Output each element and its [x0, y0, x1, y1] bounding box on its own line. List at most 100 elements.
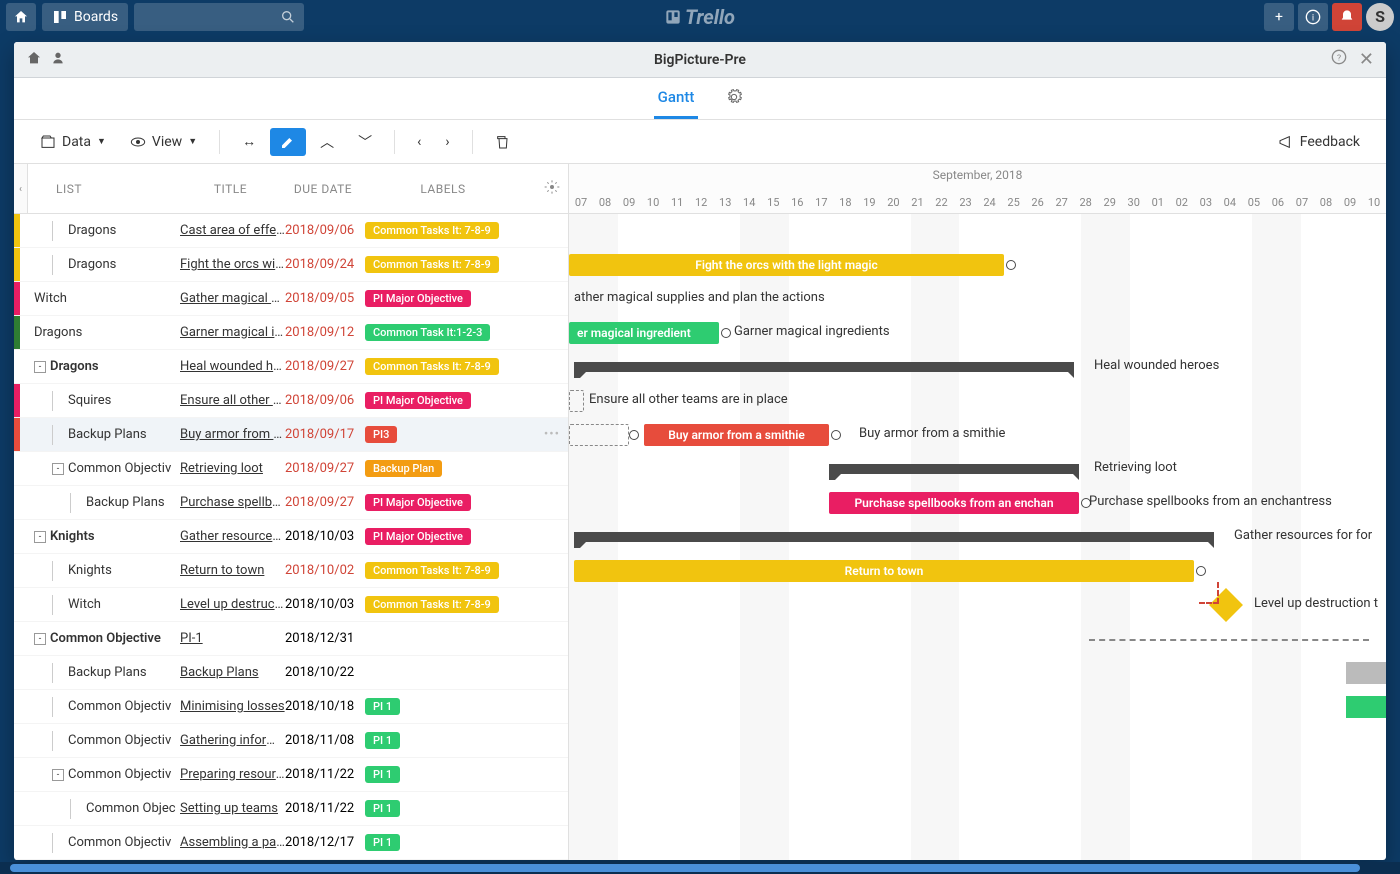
task-title-link[interactable]: Retrieving loot	[180, 461, 285, 476]
expander-icon[interactable]: -	[34, 531, 46, 543]
table-row[interactable]: DragonsCast area of effect2018/09/06Comm…	[14, 214, 568, 248]
table-row[interactable]: -KnightsGather resources fo2018/10/03PI …	[14, 520, 568, 554]
summary-bar[interactable]	[574, 532, 1214, 542]
panel-title: BigPicture-Pre	[654, 52, 746, 68]
boards-button[interactable]: Boards	[42, 3, 128, 31]
due-date: 2018/09/24	[285, 257, 365, 272]
table-row[interactable]: Common ObjectivGathering informat2018/11…	[14, 724, 568, 758]
table-row[interactable]: WitchGather magical sup2018/09/05PI Majo…	[14, 282, 568, 316]
tab-gantt[interactable]: Gantt	[654, 78, 699, 119]
expander-icon[interactable]: -	[34, 361, 46, 373]
task-title-link[interactable]: Buy armor from a s	[180, 427, 285, 442]
label-pill: PI Major Objective	[365, 392, 471, 409]
timeline-day: 13	[713, 196, 737, 209]
label-pill: Common Tasks It: 7-8-9	[365, 562, 499, 579]
trello-top-bar: Boards Trello + i S	[0, 0, 1400, 33]
members-icon[interactable]	[52, 50, 68, 70]
task-title-link[interactable]: Ensure all other tea	[180, 393, 285, 408]
task-title-link[interactable]: Level up destructio	[180, 597, 285, 612]
gantt-chart[interactable]: September, 2018 070809101112131415161718…	[569, 164, 1386, 860]
bar-label: Buy armor from a smithie	[859, 426, 1005, 441]
view-dropdown[interactable]: View▼	[120, 128, 207, 156]
gantt-bar[interactable]: er magical ingredient	[569, 322, 719, 344]
expand-down-button[interactable]: ﹀	[348, 126, 382, 158]
table-row[interactable]: Backup PlansBackup Plans2018/10/22	[14, 656, 568, 690]
task-title-link[interactable]: Assembling a party	[180, 835, 285, 850]
task-title-link[interactable]: Cast area of effect	[180, 223, 285, 238]
search-input[interactable]	[134, 3, 304, 31]
add-button[interactable]: +	[1264, 3, 1294, 31]
label-pill: PI 1	[365, 834, 400, 851]
prev-button[interactable]: ‹	[407, 128, 431, 156]
task-title-link[interactable]: Setting up teams	[180, 801, 285, 816]
avatar[interactable]: S	[1366, 3, 1394, 31]
table-row[interactable]: -DragonsHeal wounded hero2018/09/27Commo…	[14, 350, 568, 384]
bar-label: Purchase spellbooks from an enchantress	[1089, 494, 1332, 509]
task-title-link[interactable]: PI-1	[180, 631, 285, 646]
task-title-link[interactable]: Gathering informat	[180, 733, 285, 748]
timeline-day: 14	[737, 196, 761, 209]
table-row[interactable]: -Common ObjectivPreparing resource2018/1…	[14, 758, 568, 792]
task-title-link[interactable]: Purchase spellbook	[180, 495, 285, 510]
bar-label: Heal wounded heroes	[1094, 358, 1219, 373]
label-pill: PI Major Objective	[365, 290, 471, 307]
tab-settings[interactable]	[722, 79, 746, 119]
summary-bar[interactable]	[829, 464, 1079, 474]
task-title-link[interactable]: Fight the orcs with	[180, 257, 285, 272]
task-title-link[interactable]: Return to town	[180, 563, 285, 578]
table-row[interactable]: DragonsFight the orcs with2018/09/24Comm…	[14, 248, 568, 282]
data-dropdown[interactable]: Data▼	[30, 128, 116, 156]
next-button[interactable]: ›	[435, 128, 459, 156]
table-row[interactable]: -Common ObjectivRetrieving loot2018/09/2…	[14, 452, 568, 486]
task-title-link[interactable]: Gather magical sup	[180, 291, 285, 306]
label-pill: PI 1	[365, 698, 400, 715]
bottom-scrollbar[interactable]	[0, 862, 1400, 874]
table-row[interactable]: Common ObjecSetting up teams2018/11/22PI…	[14, 792, 568, 826]
table-row[interactable]: -Common ObjectivePI-12018/12/31	[14, 622, 568, 656]
gantt-bar[interactable]: Buy armor from a smithie	[644, 424, 829, 446]
col-due[interactable]: DUE DATE	[283, 182, 363, 196]
table-row[interactable]: SquiresEnsure all other tea2018/09/06PI …	[14, 384, 568, 418]
label-pill: Backup Plan	[365, 460, 442, 477]
svg-text:i: i	[1312, 12, 1314, 23]
home-button[interactable]	[6, 3, 36, 31]
task-title-link[interactable]: Minimising losses	[180, 699, 285, 714]
timeline-day: 04	[1218, 196, 1242, 209]
table-row[interactable]: Common ObjectivAssembling a party2018/12…	[14, 826, 568, 860]
table-row[interactable]: DragonsGarner magical ing2018/09/12Commo…	[14, 316, 568, 350]
summary-bar[interactable]	[574, 362, 1074, 372]
fit-button[interactable]: ↔	[232, 127, 266, 156]
table-row[interactable]: Backup PlansBuy armor from a s2018/09/17…	[14, 418, 568, 452]
expander-icon[interactable]: -	[34, 633, 46, 645]
table-row[interactable]: Backup PlansPurchase spellbook2018/09/27…	[14, 486, 568, 520]
collapse-up-button[interactable]: ︿	[310, 126, 344, 158]
expander-icon[interactable]: -	[52, 769, 64, 781]
timeline-day: 19	[857, 196, 881, 209]
table-row[interactable]: WitchLevel up destructio2018/10/03Common…	[14, 588, 568, 622]
feedback-button[interactable]: Feedback	[1268, 128, 1370, 156]
task-title-link[interactable]: Heal wounded hero	[180, 359, 285, 374]
col-list[interactable]: LIST	[28, 182, 178, 196]
col-labels[interactable]: LABELS	[363, 182, 523, 196]
timeline-day: 25	[1002, 196, 1026, 209]
task-title-link[interactable]: Preparing resource	[180, 767, 285, 782]
table-row[interactable]: KnightsReturn to town2018/10/02Common Ta…	[14, 554, 568, 588]
task-title-link[interactable]: Garner magical ing	[180, 325, 285, 340]
delete-button[interactable]	[485, 128, 521, 156]
home-icon[interactable]	[26, 50, 42, 70]
close-icon[interactable]: ✕	[1359, 49, 1374, 70]
more-icon[interactable]: •••	[544, 427, 560, 442]
gantt-bar[interactable]: Fight the orcs with the light magic	[569, 254, 1004, 276]
expander-icon[interactable]: -	[52, 463, 64, 475]
column-settings-icon[interactable]	[544, 179, 560, 198]
gantt-bar[interactable]: Return to town	[574, 560, 1194, 582]
table-row[interactable]: Common ObjectivMinimising losses2018/10/…	[14, 690, 568, 724]
info-button[interactable]: i	[1298, 3, 1328, 31]
help-icon[interactable]: ?	[1331, 49, 1347, 70]
col-title[interactable]: TITLE	[178, 182, 283, 196]
edit-button[interactable]	[270, 128, 306, 156]
notifications-button[interactable]	[1332, 3, 1362, 31]
task-title-link[interactable]: Backup Plans	[180, 665, 285, 680]
task-title-link[interactable]: Gather resources fo	[180, 529, 285, 544]
gantt-bar[interactable]: Purchase spellbooks from an enchan	[829, 492, 1079, 514]
